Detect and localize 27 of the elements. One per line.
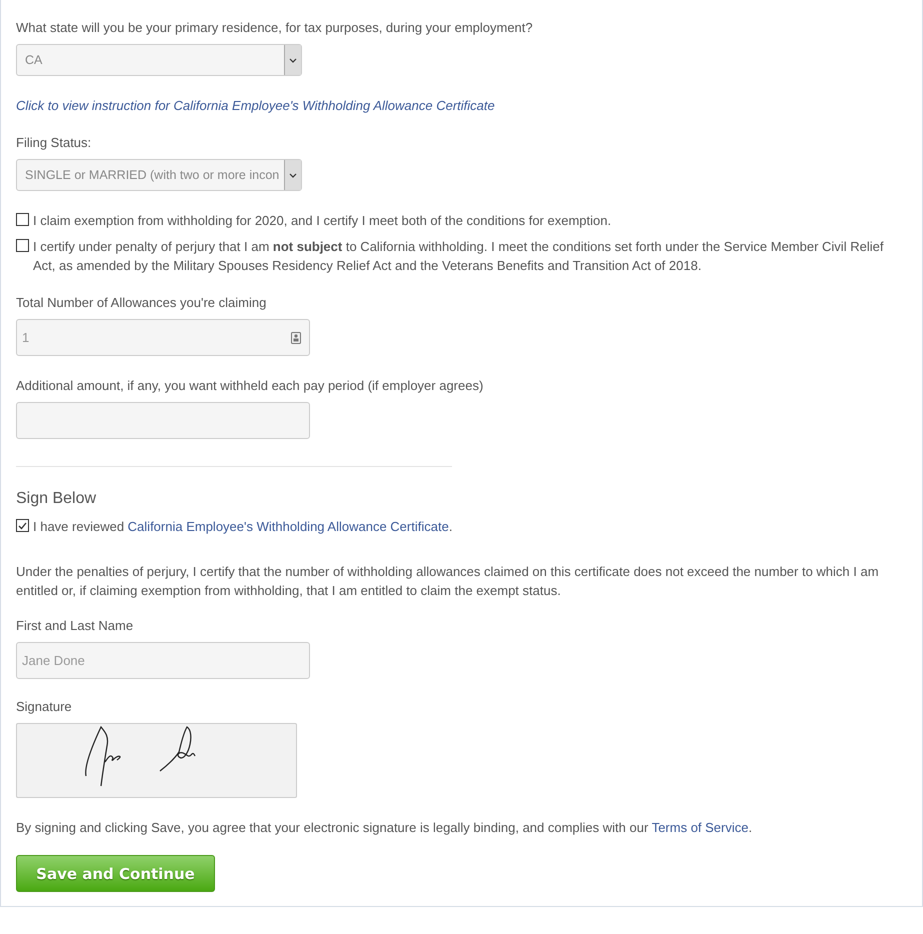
checkbox[interactable] [16,519,29,532]
field-label: First and Last Name [16,618,134,634]
caret-icon [284,160,301,190]
name-field[interactable]: Jane Done [16,642,310,679]
checkbox-label: I certify under penalty of perjury that I am not subject to California withholding. I meet the conditions set forth under the Service Member Civil Relief Act, as amended by the Military Spouses Residency Relief Act and the Veterans Benefits and Transition Act of 2018. [33,238,884,275]
checkbox-label: I claim exemption from withholding for 2020, and I certify I meet both of the conditions for exemption. [33,212,612,230]
certification-text: Under the penalties of perjury, I certify that the number of withholding allowances claimed on this certificate does not exceed the number to which I am entitled or, if claiming exemption from withholding, that I am entitled to claim the exempt status. [16,563,880,600]
question-label: What state will you be your primary residence, for tax purposes, during your employment? [16,20,533,36]
checkbox[interactable] [16,213,29,226]
dropdown[interactable]: SINGLE or MARRIED (with two or more incon [16,159,302,191]
section-heading: Sign Below [16,489,98,509]
field-label: Signature [16,699,72,715]
certificate-link[interactable]: California Employee's Withholding Allowance Certificate [128,519,449,534]
review-statement: I have reviewed California Employee's Withholding Allowance Certificate. [33,518,452,536]
agreement-text: By signing and clicking Save, you agree that your electronic signature is legally binding, and complies with our Terms of Service. [16,819,754,837]
amount-field[interactable] [16,402,310,439]
field-label: Total Number of Allowances you're claiming [16,295,266,311]
field-label: Additional amount, if any, you want withheld each pay period (if employer agrees) [16,378,484,394]
save-and-continue-button[interactable]: Save and Continue [16,855,215,892]
number-field[interactable]: 1 [16,319,310,356]
contact-card-icon [291,332,301,344]
terms-link[interactable]: Terms of Service [652,820,748,835]
checkbox[interactable] [16,239,29,252]
dropdown[interactable]: CA [16,44,302,76]
caret-icon [284,45,301,75]
field-label: Filing Status: [16,135,92,151]
instruction-link[interactable]: Click to view instruction for California Employee's Withholding Allowance Certificate [16,98,495,113]
